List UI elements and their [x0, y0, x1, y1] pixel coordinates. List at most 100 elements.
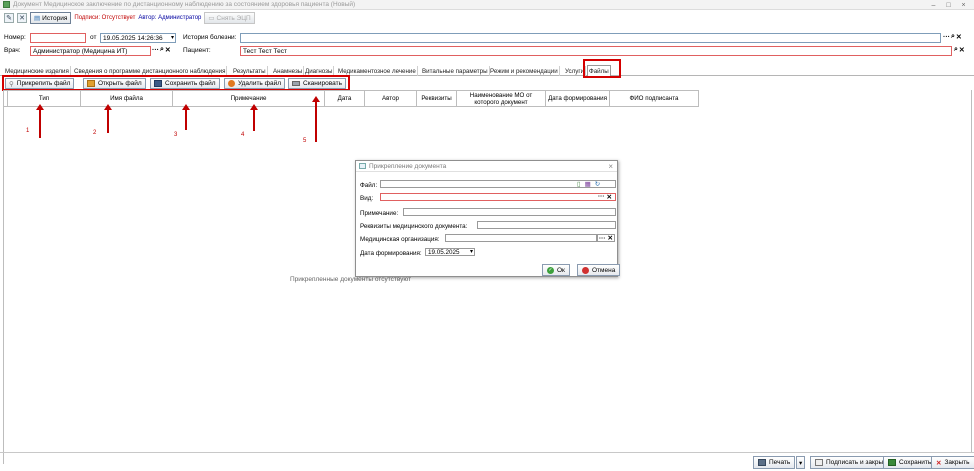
- tab-program-info[interactable]: Сведения о программе дистанционного набл…: [73, 66, 228, 76]
- ellipsis-icon[interactable]: ···: [152, 47, 159, 54]
- delete-icon: [228, 80, 235, 87]
- patient-lookup-controls: ⌕ ✕: [954, 46, 965, 54]
- annotation-number-4: 4: [241, 132, 245, 138]
- file-label: Файл:: [360, 182, 378, 189]
- dialog-titlebar: Прикрепление документа: [356, 161, 617, 172]
- ellipsis-icon[interactable]: ···: [598, 193, 605, 201]
- doctor-label: Врач:: [4, 47, 21, 54]
- save-button[interactable]: Сохранить: [883, 456, 937, 469]
- sign-and-close-button[interactable]: Подписать и закрыть: [810, 456, 895, 469]
- number-label: Номер:: [4, 34, 26, 41]
- requisites-label: Реквизиты медицинского документа:: [360, 223, 468, 230]
- column-author[interactable]: Автор: [365, 91, 417, 107]
- maximize-icon[interactable]: □: [944, 1, 953, 9]
- tab-files[interactable]: Файлы: [587, 65, 611, 76]
- delete-doc-icon[interactable]: ✕: [17, 13, 27, 23]
- ellipsis-icon[interactable]: ···: [943, 34, 950, 41]
- remove-eds-button[interactable]: ▭ Снять ЭЦП: [204, 12, 255, 24]
- delete-file-button[interactable]: Удалить файл: [224, 78, 286, 89]
- refresh-icon[interactable]: ↻: [595, 180, 600, 188]
- patient-input[interactable]: Тест Тест Тест: [240, 46, 952, 56]
- number-input[interactable]: [30, 33, 86, 43]
- signatures-status: Подписи: Отсутствует: [74, 15, 136, 21]
- history-button[interactable]: ▤ История: [30, 12, 72, 24]
- search-icon[interactable]: ⌕: [160, 46, 164, 54]
- ellipsis-icon[interactable]: ···: [599, 235, 606, 242]
- annotation-arrow-1: [36, 104, 44, 138]
- dialog-close-icon[interactable]: ×: [608, 162, 613, 171]
- formation-date-input[interactable]: 19.05.2025 ▾: [425, 248, 475, 256]
- date-dropdown-icon[interactable]: ▾: [171, 34, 174, 41]
- clear-icon[interactable]: ✕: [607, 193, 612, 201]
- scanner-icon[interactable]: ▦: [585, 180, 591, 188]
- grid-left-border: [3, 90, 4, 464]
- column-type[interactable]: Тип: [8, 91, 81, 107]
- tab-anamnesis[interactable]: Анамнезы: [272, 66, 305, 76]
- history-icon: ▤: [34, 15, 41, 22]
- cancel-button[interactable]: Отмена: [577, 264, 621, 276]
- patient-label: Пациент:: [183, 47, 211, 54]
- date-input[interactable]: 19.05.2025 14:26:36 ▾: [100, 33, 176, 43]
- search-icon[interactable]: ⌕: [954, 46, 958, 54]
- eds-icon: ▭: [208, 15, 215, 22]
- annotation-arrow-3: [182, 104, 190, 130]
- window-titlebar: Документ Медицинское заключение по диста…: [0, 0, 974, 10]
- clear-icon[interactable]: ✕: [959, 46, 965, 54]
- note-input[interactable]: [403, 208, 616, 216]
- history-of-illness-label: История болезни:: [183, 34, 237, 41]
- column-signer[interactable]: ФИО подписанта: [610, 91, 699, 107]
- new-file-icon[interactable]: ▯: [577, 180, 581, 188]
- tab-medical-devices[interactable]: Медицинские изделия: [4, 66, 71, 76]
- scan-button[interactable]: Сканировать: [288, 78, 346, 89]
- paperclip-icon: ⚲: [9, 80, 14, 88]
- dialog-icon: [359, 163, 366, 169]
- tab-medication[interactable]: Медикаментозное лечение: [337, 66, 418, 76]
- column-requisites[interactable]: Реквизиты: [417, 91, 457, 107]
- tab-diagnoses[interactable]: Диагнозы: [304, 66, 335, 76]
- attach-file-button[interactable]: ⚲ Прикрепить файл: [5, 78, 75, 89]
- kind-input[interactable]: [380, 193, 616, 201]
- printer-icon: [758, 459, 766, 466]
- minimize-icon[interactable]: –: [929, 1, 938, 9]
- annotation-number-2: 2: [93, 130, 97, 136]
- from-label: от: [90, 34, 97, 41]
- window-title: Документ Медицинское заключение по диста…: [13, 1, 356, 8]
- tab-services[interactable]: Услуги: [564, 66, 587, 76]
- annotation-number-3: 3: [174, 132, 178, 138]
- print-menu-button[interactable]: ▾: [796, 456, 806, 469]
- floppy-icon: [154, 80, 162, 87]
- column-date[interactable]: Дата: [325, 91, 365, 107]
- clear-icon[interactable]: ✕: [165, 46, 171, 54]
- attach-document-dialog: Прикрепление документа × Файл: ▯ ▦ ↻ Вид…: [355, 160, 621, 277]
- save-file-button[interactable]: Сохранить файл: [150, 78, 220, 89]
- bottom-action-bar: Печать ▾ Подписать и закрыть Сохранить ✕…: [0, 452, 974, 471]
- requisites-input[interactable]: [477, 221, 616, 229]
- tab-results[interactable]: Результаты: [232, 66, 268, 76]
- doctor-input[interactable]: Администратор (Медицина ИТ): [30, 46, 151, 56]
- tab-vitals[interactable]: Витальные параметры: [421, 66, 490, 76]
- print-button[interactable]: Печать: [753, 456, 796, 469]
- column-mo-name[interactable]: Наименование МО от которого документ: [457, 91, 546, 107]
- annotation-arrow-5: [312, 96, 320, 142]
- date-dropdown-icon[interactable]: ▾: [470, 248, 473, 255]
- search-icon[interactable]: ⌕: [951, 33, 955, 41]
- clear-icon[interactable]: ✕: [608, 234, 613, 242]
- column-file-name[interactable]: Имя файла: [81, 91, 173, 107]
- close-window-icon[interactable]: ×: [959, 1, 968, 9]
- clear-icon[interactable]: ✕: [956, 33, 962, 41]
- close-button[interactable]: ✕ Закрыть: [931, 456, 974, 469]
- window-controls: – □ ×: [929, 1, 968, 9]
- close-icon: ✕: [936, 459, 942, 467]
- file-actions-bar: ⚲ Прикрепить файл Открыть файл Сохранить…: [0, 76, 974, 90]
- kind-label: Вид:: [360, 195, 374, 202]
- doctor-lookup-controls: ··· ⌕ ✕: [152, 46, 171, 54]
- column-note[interactable]: Примечание: [173, 91, 325, 107]
- column-formation-date[interactable]: Дата формирования: [546, 91, 610, 107]
- edit-icon[interactable]: ✎: [4, 13, 14, 23]
- open-file-button[interactable]: Открыть файл: [83, 78, 146, 89]
- org-input[interactable]: [445, 234, 597, 242]
- tab-regimen[interactable]: Режим и рекомендации: [489, 66, 560, 76]
- document-toolbar: ✎ ✕ ▤ История Подписи: Отсутствует Автор…: [0, 11, 974, 25]
- history-of-illness-input[interactable]: [240, 33, 941, 43]
- ok-button[interactable]: ✓ Ок: [542, 264, 570, 276]
